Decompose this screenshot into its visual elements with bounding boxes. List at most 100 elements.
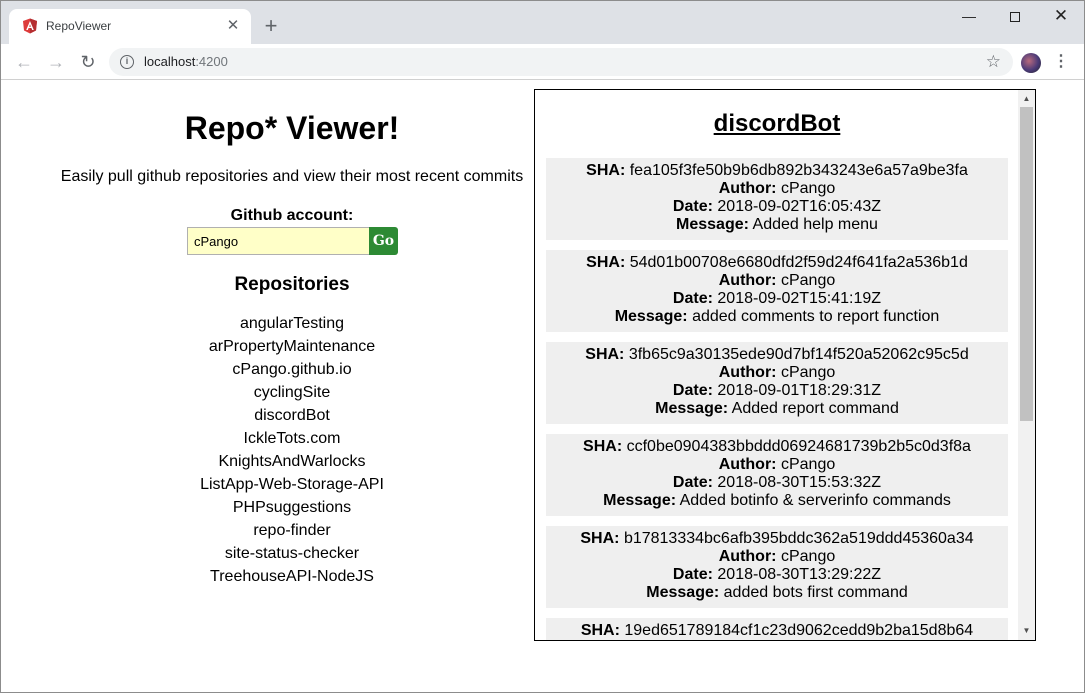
kebab-menu-icon[interactable]: ⋮ (1053, 51, 1069, 73)
sha-value: 19ed651789184cf1c23d9062cedd9b2ba15d8b64 (624, 622, 974, 639)
commit-card: SHA: ccf0be0904383bbddd06924681739b2b5c0… (546, 434, 1008, 516)
date-value: 2018-08-30T15:53:32Z (717, 474, 882, 491)
author-value: cPango (780, 456, 836, 473)
tab-strip: RepoViewer ✕ + — ✕ (1, 1, 1084, 44)
minimize-button[interactable]: — (946, 1, 992, 31)
repository-item[interactable]: KnightsAndWarlocks (51, 450, 533, 473)
repositories-heading: Repositories (234, 274, 350, 295)
message-value: Added help menu (752, 216, 878, 233)
close-icon[interactable]: ✕ (224, 17, 242, 35)
sha-label: SHA: (586, 254, 626, 271)
close-window-button[interactable]: ✕ (1038, 1, 1084, 31)
commit-message: Message: added comments to report functi… (546, 308, 1008, 326)
profile-avatar[interactable] (1021, 53, 1041, 73)
author-label: Author: (718, 548, 777, 565)
date-label: Date: (672, 566, 713, 583)
reload-icon[interactable]: ↻ (75, 49, 101, 75)
author-value: cPango (780, 548, 836, 565)
repository-item[interactable]: discordBot (51, 404, 533, 427)
author-value: cPango (780, 364, 836, 381)
star-icon[interactable]: ☆ (986, 52, 1001, 72)
repository-item[interactable]: PHPsuggestions (51, 496, 533, 519)
author-label: Author: (718, 364, 777, 381)
message-label: Message: (655, 400, 729, 417)
commit-author: Author: cPango (546, 272, 1008, 290)
commit-sha: SHA: 19ed651789184cf1c23d9062cedd9b2ba15… (546, 622, 1008, 640)
sha-value: 54d01b00708e6680dfd2f59d24f641fa2a536b1d (629, 254, 968, 271)
repository-item[interactable]: cPango.github.io (51, 358, 533, 381)
commit-message: Message: added bots first command (546, 584, 1008, 602)
commit-date: Date: 2018-08-30T13:29:22Z (546, 566, 1008, 584)
message-label: Message: (603, 492, 677, 509)
author-value: cPango (780, 180, 836, 197)
sha-label: SHA: (580, 622, 620, 639)
commit-sha: SHA: fea105f3fe50b9b6db892b343243e6a57a9… (546, 162, 1008, 180)
author-value: cPango (780, 272, 836, 289)
url-text[interactable]: localhost:4200 (144, 54, 228, 69)
repository-item[interactable]: angularTesting (51, 312, 533, 335)
url-host: localhost (144, 54, 196, 69)
commit-date: Date: 2018-09-02T15:41:19Z (546, 290, 1008, 308)
message-value: added comments to report function (692, 308, 940, 325)
repository-item[interactable]: TreehouseAPI-NodeJS (51, 565, 533, 588)
scroll-up-arrow-icon[interactable]: ▲ (1018, 92, 1035, 106)
repository-item[interactable]: site-status-checker (51, 542, 533, 565)
commit-author: Author: cPango (546, 180, 1008, 198)
repository-item[interactable]: ListApp-Web-Storage-API (51, 473, 533, 496)
tab-title: RepoViewer (46, 19, 112, 33)
plus-icon[interactable]: + (259, 15, 283, 39)
sha-label: SHA: (586, 162, 626, 179)
maximize-button[interactable] (992, 1, 1038, 31)
go-button[interactable]: Go (369, 227, 398, 255)
message-value: added bots first command (723, 584, 908, 601)
commit-sha: SHA: b17813334bc6afb395bddc362a519ddd453… (546, 530, 1008, 548)
commit-card: SHA: fea105f3fe50b9b6db892b343243e6a57a9… (546, 158, 1008, 240)
commit-date: Date: 2018-09-02T16:05:43Z (546, 198, 1008, 216)
commit-sha: SHA: ccf0be0904383bbddd06924681739b2b5c0… (546, 438, 1008, 456)
commits-scrollbar[interactable]: ▲ ▼ (1018, 90, 1035, 640)
message-label: Message: (676, 216, 749, 233)
commit-author: Author: cPango (546, 456, 1008, 474)
date-value: 2018-09-02T15:41:19Z (717, 290, 882, 307)
commits-panel[interactable]: discordBot SHA: fea105f3fe50b9b6db892b34… (534, 89, 1036, 641)
date-value: 2018-09-02T16:05:43Z (717, 198, 882, 215)
browser-tab[interactable]: RepoViewer ✕ (9, 9, 251, 44)
selected-repo-title: discordBot (713, 110, 841, 137)
github-account-input[interactable] (187, 227, 371, 255)
repository-list: angularTesting arPropertyMaintenance cPa… (51, 312, 533, 588)
message-value: Added botinfo & serverinfo commands (679, 492, 951, 509)
scroll-down-arrow-icon[interactable]: ▼ (1018, 624, 1035, 638)
date-label: Date: (672, 198, 713, 215)
back-arrow-icon[interactable]: ← (11, 49, 37, 75)
commit-card: SHA: 54d01b00708e6680dfd2f59d24f641fa2a5… (546, 250, 1008, 332)
commit-message: Message: Added botinfo & serverinfo comm… (546, 492, 1008, 510)
info-icon[interactable]: i (120, 55, 134, 69)
repository-item[interactable]: arPropertyMaintenance (51, 335, 533, 358)
browser-toolbar: ← → ↻ i localhost:4200 ☆ ⋮ (1, 44, 1084, 80)
date-label: Date: (672, 290, 713, 307)
sha-value: ccf0be0904383bbddd06924681739b2b5c0d3f8a (626, 438, 971, 455)
repository-item[interactable]: cyclingSite (51, 381, 533, 404)
sha-label: SHA: (585, 346, 625, 363)
author-label: Author: (718, 180, 777, 197)
commit-date: Date: 2018-09-01T18:29:31Z (546, 382, 1008, 400)
sha-value: b17813334bc6afb395bddc362a519ddd45360a34 (623, 530, 974, 547)
date-value: 2018-08-30T13:29:22Z (717, 566, 882, 583)
address-bar[interactable]: i localhost:4200 ☆ (109, 48, 1013, 76)
commit-sha: SHA: 3fb65c9a30135ede90d7bf14f520a52062c… (546, 346, 1008, 364)
sha-value: fea105f3fe50b9b6db892b343243e6a57a9be3fa (629, 162, 968, 179)
repository-item[interactable]: repo-finder (51, 519, 533, 542)
forward-arrow-icon[interactable]: → (43, 49, 69, 75)
author-label: Author: (718, 272, 777, 289)
browser-window: RepoViewer ✕ + — ✕ ← → ↻ i localhost:420… (0, 0, 1085, 693)
commit-message: Message: Added help menu (546, 216, 1008, 234)
github-account-label: Github account: (230, 207, 354, 224)
commit-date: Date: 2018-08-30T15:53:32Z (546, 474, 1008, 492)
author-label: Author: (718, 456, 777, 473)
angular-icon (23, 18, 37, 34)
commit-card: SHA: 3fb65c9a30135ede90d7bf14f520a52062c… (546, 342, 1008, 424)
scrollbar-thumb[interactable] (1020, 107, 1033, 421)
message-value: Added report command (731, 400, 899, 417)
tagline: Easily pull github repositories and view… (60, 168, 524, 185)
repository-item[interactable]: IckleTots.com (51, 427, 533, 450)
